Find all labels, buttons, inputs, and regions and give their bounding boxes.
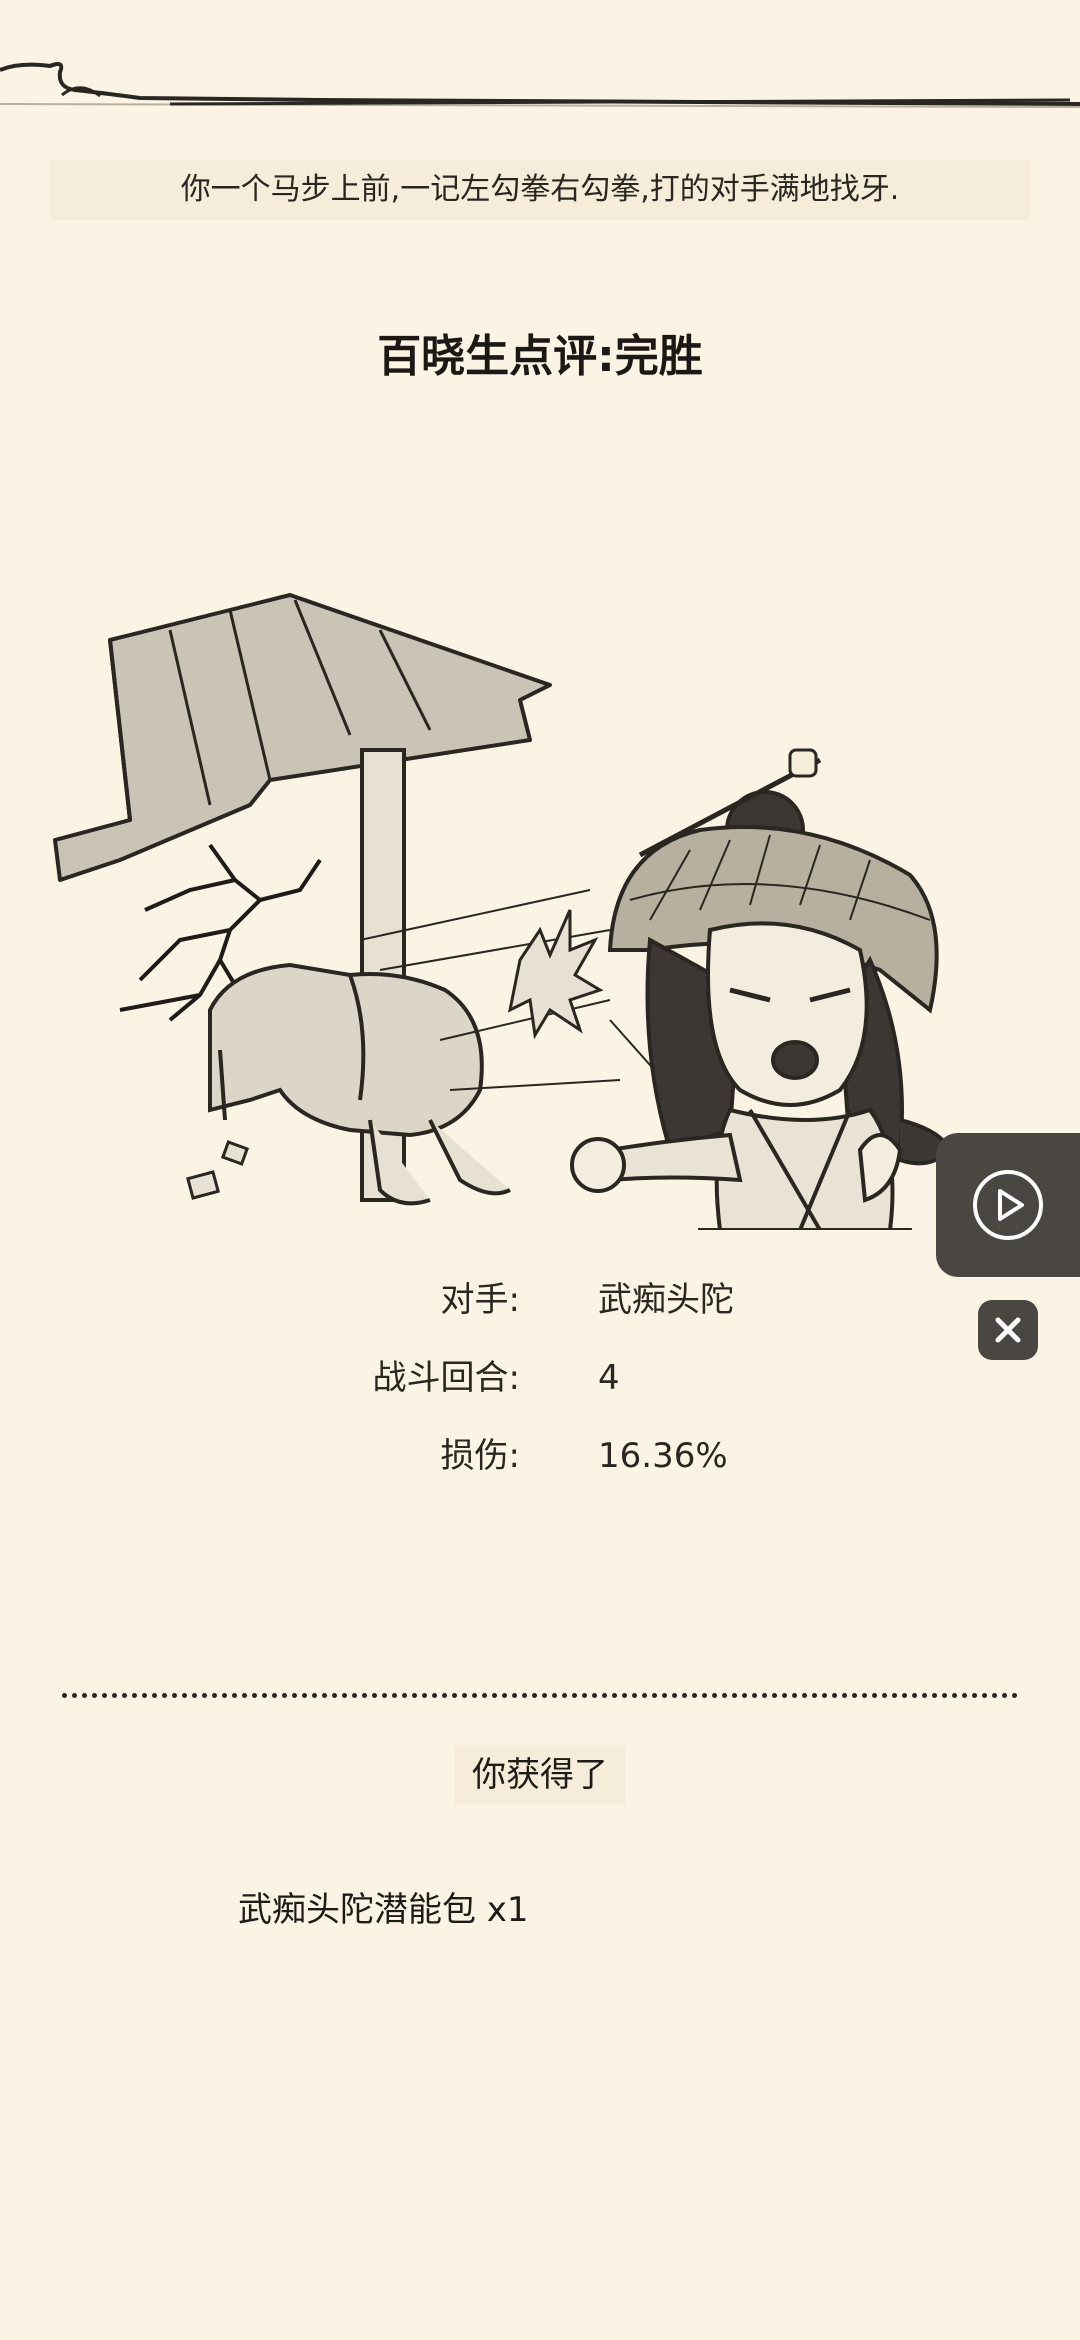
battle-narration: 你一个马步上前,一记左勾拳右勾拳,打的对手满地找牙.	[50, 160, 1030, 220]
stat-value: 16.36%	[598, 1436, 728, 1476]
stat-label: 损伤:	[440, 1436, 520, 1476]
play-circle-icon	[973, 1170, 1043, 1240]
stat-value: 武痴头陀	[598, 1280, 734, 1320]
stat-label: 对手:	[440, 1280, 520, 1320]
stat-label: 战斗回合:	[372, 1358, 520, 1398]
close-button[interactable]	[978, 1300, 1038, 1360]
debris	[186, 1140, 250, 1200]
battle-result-screen: 你一个马步上前,一记左勾拳右勾拳,打的对手满地找牙. 百晓生点评:完胜 对手: …	[0, 0, 1080, 2340]
stat-row-damage: 损伤: 16.36%	[0, 1421, 1080, 1491]
broken-roof	[53, 593, 552, 882]
impact-burst	[507, 909, 604, 1040]
reward-item: 武痴头陀潜能包 x1	[238, 1890, 529, 1930]
video-play-button[interactable]	[936, 1133, 1080, 1277]
stat-row-opponent: 对手: 武痴头陀	[0, 1265, 1080, 1335]
brush-border-decoration	[0, 62, 1080, 108]
heroine-character	[570, 748, 953, 1230]
reward-heading: 你获得了	[455, 1745, 625, 1805]
dotted-divider	[62, 1693, 1018, 1698]
battle-verdict-title: 百晓生点评:完胜	[377, 331, 703, 382]
close-icon	[995, 1317, 1021, 1343]
battle-illustration	[53, 593, 953, 1230]
stat-value: 4	[598, 1358, 620, 1398]
stat-row-rounds: 战斗回合: 4	[0, 1343, 1080, 1413]
